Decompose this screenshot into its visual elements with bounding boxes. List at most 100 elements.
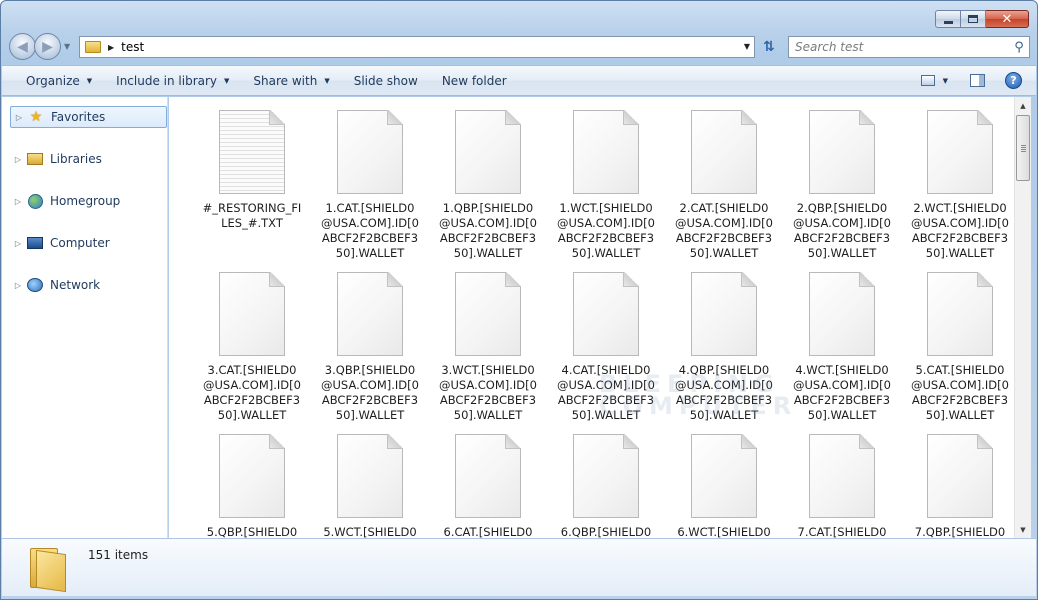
blank-file-icon [573,272,639,356]
details-pane: 151 items [2,538,1036,596]
navigation-pane: ▷ ★ Favorites ▷ Libraries ▷ Homegroup ▷ … [2,97,168,538]
new-folder-button[interactable]: New folder [430,66,519,95]
slide-show-label: Slide show [353,73,418,88]
file-item[interactable]: 3.CAT.[SHIELD0@USA.COM].ID[0ABCF2F2BCBEF… [193,272,311,423]
file-item[interactable]: 7.CAT.[SHIELD0 [783,434,901,538]
file-item[interactable]: 1.CAT.[SHIELD0@USA.COM].ID[0ABCF2F2BCBEF… [311,110,429,261]
file-item[interactable]: 6.CAT.[SHIELD0 [429,434,547,538]
expand-arrow-icon[interactable]: ▷ [12,239,24,248]
close-icon: ✕ [1001,11,1013,27]
file-item[interactable]: 5.WCT.[SHIELD0 [311,434,429,538]
breadcrumb-test[interactable]: test [121,40,144,54]
maximize-icon [968,15,978,23]
nav-item-homegroup[interactable]: ▷ Homegroup [10,190,167,212]
blank-file-icon [691,110,757,194]
recent-pages-dropdown[interactable]: ▼ [64,42,70,51]
file-list[interactable]: #_RESTORING_FILES_#.TXT 1.CAT.[SHIELD0@US… [169,97,1014,538]
nav-item-label: Libraries [50,152,102,166]
explorer-window: ✕ ◀ ▶ ▼ ▶ test ▼ ⇅ ⚲ Organize ▼ Include i… [0,0,1038,600]
star-icon: ★ [29,109,43,125]
file-name: 1.CAT.[SHIELD0@USA.COM].ID[0ABCF2F2BCBEF… [321,201,419,260]
close-button[interactable]: ✕ [986,10,1029,28]
scroll-up-icon[interactable]: ▲ [1015,97,1031,114]
blank-file-icon [337,272,403,356]
vertical-scrollbar[interactable]: ▲ ▼ [1014,97,1031,538]
folder-icon [30,548,66,593]
nav-item-label: Network [50,278,101,292]
blank-file-icon [455,110,521,194]
maximize-button[interactable] [961,10,986,28]
blank-file-icon [691,272,757,356]
file-item[interactable]: 6.WCT.[SHIELD0 [665,434,783,538]
file-name: 7.QBP.[SHIELD0 [914,525,1006,538]
nav-item-label: Computer [50,236,110,250]
search-box[interactable]: ⚲ [788,36,1030,58]
file-item[interactable]: 5.QBP.[SHIELD0 [193,434,311,538]
back-button[interactable]: ◀ [9,33,36,60]
expand-arrow-icon[interactable]: ▷ [13,113,25,122]
file-item[interactable]: 2.QBP.[SHIELD0@USA.COM].ID[0ABCF2F2BCBEF… [783,110,901,261]
nav-item-computer[interactable]: ▷ Computer [10,232,167,254]
expand-arrow-icon[interactable]: ▷ [12,155,24,164]
change-view-icon[interactable] [920,75,935,86]
file-name: 2.WCT.[SHIELD0@USA.COM].ID[0ABCF2F2BCBEF… [911,201,1009,260]
text-file-icon [219,110,285,194]
file-name: 5.CAT.[SHIELD0@USA.COM].ID[0ABCF2F2BCBEF… [911,363,1009,422]
more-options-dropdown[interactable]: ▼ [943,77,948,85]
blank-file-icon [927,110,993,194]
file-item[interactable]: 3.WCT.[SHIELD0@USA.COM].ID[0ABCF2F2BCBEF… [429,272,547,423]
organize-menu[interactable]: Organize ▼ [2,66,104,95]
blank-file-icon [691,434,757,518]
libraries-icon [26,151,44,167]
address-bar[interactable]: ▶ test ▼ [79,36,755,58]
scroll-down-icon[interactable]: ▼ [1015,521,1031,538]
nav-item-network[interactable]: ▷ Network [10,274,167,296]
blank-file-icon [337,434,403,518]
file-name: 4.QBP.[SHIELD0@USA.COM].ID[0ABCF2F2BCBEF… [675,363,773,422]
file-name: 6.WCT.[SHIELD0 [677,525,771,538]
forward-button[interactable]: ▶ [34,33,61,60]
chevron-down-icon: ▼ [224,76,230,85]
expand-arrow-icon[interactable]: ▷ [12,197,24,206]
breadcrumb-arrow-icon[interactable]: ▶ [108,43,114,52]
file-item[interactable]: 7.QBP.[SHIELD0 [901,434,1014,538]
file-item[interactable]: 3.QBP.[SHIELD0@USA.COM].ID[0ABCF2F2BCBEF… [311,272,429,423]
file-item[interactable]: 2.WCT.[SHIELD0@USA.COM].ID[0ABCF2F2BCBEF… [901,110,1014,261]
command-bar: Organize ▼ Include in library ▼ Share with… [2,65,1036,96]
file-item[interactable]: 1.WCT.[SHIELD0@USA.COM].ID[0ABCF2F2BCBEF… [547,110,665,261]
file-item[interactable]: #_RESTORING_FILES_#.TXT [193,110,311,231]
file-item[interactable]: 1.QBP.[SHIELD0@USA.COM].ID[0ABCF2F2BCBEF… [429,110,547,261]
blank-file-icon [455,434,521,518]
include-in-library-label: Include in library [116,73,218,88]
file-item[interactable]: 4.CAT.[SHIELD0@USA.COM].ID[0ABCF2F2BCBEF… [547,272,665,423]
file-item[interactable]: 2.CAT.[SHIELD0@USA.COM].ID[0ABCF2F2BCBEF… [665,110,783,261]
scrollbar-thumb[interactable] [1016,115,1030,181]
help-icon[interactable]: ? [1005,72,1022,89]
nav-item-favorites[interactable]: ▷ ★ Favorites [10,106,167,128]
file-item[interactable]: 5.CAT.[SHIELD0@USA.COM].ID[0ABCF2F2BCBEF… [901,272,1014,423]
blank-file-icon [337,110,403,194]
share-with-menu[interactable]: Share with ▼ [241,66,341,95]
file-item[interactable]: 4.WCT.[SHIELD0@USA.COM].ID[0ABCF2F2BCBEF… [783,272,901,423]
search-icon[interactable]: ⚲ [1009,40,1029,55]
address-history-dropdown[interactable]: ▼ [744,42,750,51]
search-input[interactable] [795,38,1009,56]
slide-show-button[interactable]: Slide show [342,66,430,95]
file-name: #_RESTORING_FILES_#.TXT [202,201,302,230]
file-name: 5.QBP.[SHIELD0 [206,525,298,538]
file-item[interactable]: 4.QBP.[SHIELD0@USA.COM].ID[0ABCF2F2BCBEF… [665,272,783,423]
file-name: 4.CAT.[SHIELD0@USA.COM].ID[0ABCF2F2BCBEF… [557,363,655,422]
include-in-library-menu[interactable]: Include in library ▼ [104,66,241,95]
view-controls: ▼ ? [920,72,1022,89]
nav-item-libraries[interactable]: ▷ Libraries [10,148,167,170]
homegroup-icon [26,193,44,209]
blank-file-icon [809,110,875,194]
expand-arrow-icon[interactable]: ▷ [12,281,24,290]
preview-pane-icon[interactable] [970,74,985,87]
navigation-buttons: ◀ ▶ ▼ [9,33,70,60]
minimize-icon [943,20,953,24]
blank-file-icon [809,434,875,518]
refresh-button[interactable]: ⇅ [758,36,780,58]
minimize-button[interactable] [935,10,961,28]
file-item[interactable]: 6.QBP.[SHIELD0 [547,434,665,538]
